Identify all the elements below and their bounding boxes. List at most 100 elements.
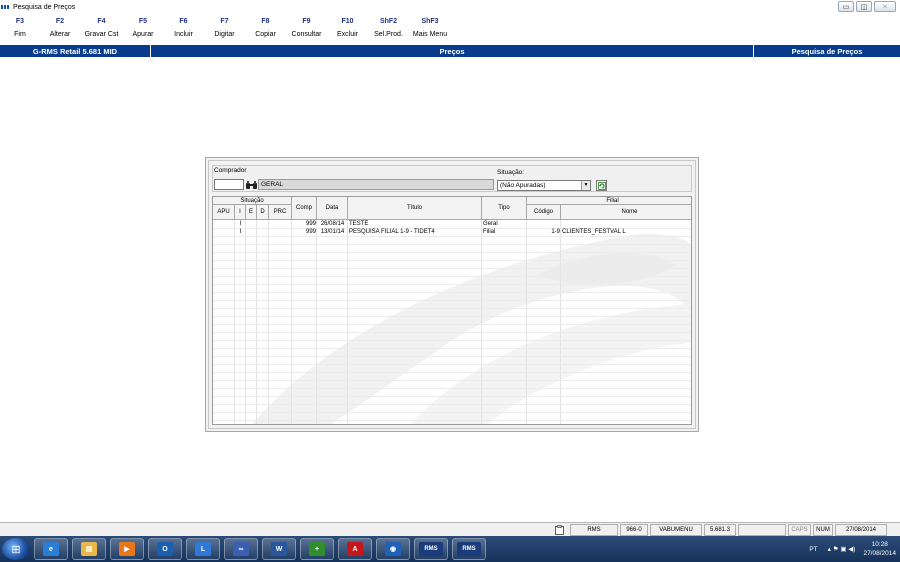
cell-codigo: [527, 220, 561, 228]
start-button[interactable]: ⊞: [2, 538, 30, 560]
plus-app-icon: +: [309, 542, 325, 556]
fkey-f2-button[interactable]: F2 Alterar: [40, 16, 80, 44]
column-header-tipo[interactable]: Tipo: [482, 197, 527, 220]
cell-data: 13/01/14: [320, 229, 345, 235]
clock-date: 27/08/2014: [863, 550, 896, 557]
cell-comp: 999: [305, 229, 316, 235]
status-bar: RMS 966-0 VABUMENU 5.681.3 CAPS NUM 27/0…: [0, 522, 900, 536]
fkey-shf3-button[interactable]: ShF3 Mais Menu: [409, 16, 451, 44]
function-key-toolbar: F3 Fim F2 Alterar F4 Gravar Cst F5 Apurar F6 Incl…: [0, 16, 451, 44]
taskbar-button[interactable]: ▶: [110, 538, 144, 560]
status-num: NUM: [813, 524, 833, 536]
minimize-button[interactable]: ▭: [838, 1, 854, 12]
cell-i: I: [239, 229, 242, 235]
fkey-label: Copiar: [255, 31, 276, 38]
grid-row-line: [213, 284, 691, 285]
close-button[interactable]: ✕: [874, 1, 896, 12]
fkey-label: Fim: [14, 31, 26, 38]
grid-column-line: [316, 220, 317, 424]
cell-tipo: Geral: [483, 221, 498, 227]
fkey-f5-button[interactable]: F5 Apurar: [123, 16, 163, 44]
fkey-shortcut: ShF2: [379, 18, 398, 25]
fkey-shortcut: F5: [138, 18, 148, 25]
rms-app-icon: RMS: [419, 542, 443, 556]
taskbar-button[interactable]: A: [338, 538, 372, 560]
fkey-f6-button[interactable]: F6 Incluir: [163, 16, 204, 44]
column-header-e[interactable]: E: [246, 205, 257, 220]
grid-row-line: [213, 300, 691, 301]
column-header-data[interactable]: Data: [317, 197, 348, 220]
fkey-f9-button[interactable]: F9 Consultar: [286, 16, 327, 44]
fkey-f8-button[interactable]: F8 Copiar: [245, 16, 286, 44]
grid-row-line: [213, 356, 691, 357]
taskbar-button[interactable]: W: [262, 538, 296, 560]
taskbar-button[interactable]: +: [300, 538, 334, 560]
comprador-code-input[interactable]: [214, 179, 244, 190]
taskbar-button[interactable]: L: [186, 538, 220, 560]
taskbar-button[interactable]: RMS: [452, 538, 486, 560]
column-header-d[interactable]: D: [257, 205, 269, 220]
module-title: Preços: [151, 45, 754, 57]
chevron-down-icon[interactable]: ▼: [581, 181, 590, 190]
taskbar-button[interactable]: ◉: [376, 538, 410, 560]
fkey-label: Digitar: [214, 31, 235, 38]
fkey-f3-button[interactable]: F3 Fim: [0, 16, 40, 44]
cell-e: [246, 228, 257, 236]
refresh-icon[interactable]: [596, 180, 607, 191]
grid-row-line: [213, 364, 691, 365]
cell-tipo: Filial: [483, 229, 496, 235]
clipboard-icon[interactable]: [552, 524, 566, 536]
column-header-nome[interactable]: Nome: [561, 205, 691, 220]
filial-group-header: Filial: [527, 197, 691, 205]
cell-d: [257, 228, 269, 236]
taskbar-button[interactable]: O: [148, 538, 182, 560]
taskbar-button[interactable]: e: [34, 538, 68, 560]
column-header-apu[interactable]: APU: [213, 205, 235, 220]
grid-row-line: [213, 404, 691, 405]
grid-row-line: [213, 372, 691, 373]
grid-column-line: [560, 220, 561, 424]
situacao-value: (Não Apuradas): [500, 182, 546, 189]
clock[interactable]: 10:28 27/08/2014: [863, 540, 896, 558]
status-version: 5.681.3: [704, 524, 736, 536]
comprador-label: Comprador: [214, 167, 247, 174]
network-app-icon: ∞: [233, 542, 249, 556]
cell-apu: [213, 228, 235, 236]
table-row[interactable]: I 999 13/01/14 PESQUISA FILIAL 1-9 - TIDET4…: [213, 228, 691, 236]
grid-column-line: [481, 220, 482, 424]
status-caps: CAPS: [788, 524, 811, 536]
filter-area: Comprador GERAL Situação: (Não Apuradas)…: [212, 165, 692, 192]
cell-prc: [269, 228, 292, 236]
fkey-f7-button[interactable]: F7 Digitar: [204, 16, 245, 44]
cell-nome: [561, 220, 691, 228]
fkey-shf2-button[interactable]: ShF2 Sel.Prod.: [368, 16, 409, 44]
language-indicator[interactable]: PT: [809, 546, 817, 553]
taskbar-button[interactable]: ▤: [72, 538, 106, 560]
search-binoculars-icon[interactable]: [245, 179, 257, 190]
window-controls: ▭ ◫ ✕: [838, 1, 896, 12]
column-header-titulo[interactable]: Título: [348, 197, 482, 220]
fkey-shortcut: F2: [55, 18, 65, 25]
fkey-f10-button[interactable]: F10 Excluir: [327, 16, 368, 44]
grid-column-line: [291, 220, 292, 424]
column-header-comp[interactable]: Comp: [292, 197, 317, 220]
taskbar-button[interactable]: RMS: [414, 538, 448, 560]
column-header-prc[interactable]: PRC: [269, 205, 292, 220]
cell-titulo: PESQUISA FILIAL 1-9 - TIDET4: [349, 229, 435, 235]
fkey-shortcut: F8: [261, 18, 270, 25]
situacao-label: Situação:: [497, 169, 525, 176]
fkey-shortcut: F4: [97, 18, 106, 25]
grid-row-line: [213, 412, 691, 413]
system-tray: PT ▴ ⚑ ▣ ◀) 10:28 27/08/2014: [809, 536, 896, 562]
situacao-select[interactable]: (Não Apuradas) ▼: [497, 180, 591, 191]
tray-icons[interactable]: ▴ ⚑ ▣ ◀): [828, 545, 856, 553]
table-row[interactable]: I 999 26/08/14 TESTE Geral: [213, 220, 691, 228]
maximize-button[interactable]: ◫: [856, 1, 872, 12]
column-header-codigo[interactable]: Código: [527, 205, 561, 220]
windows-taskbar: ⊞ e ▤ ▶ O L ∞ W + A ◉ RMS RMS PT ▴ ⚑ ▣ ◀) 10:28 27/…: [0, 536, 900, 562]
fkey-label: Sel.Prod.: [374, 31, 403, 38]
grid-row-line: [213, 348, 691, 349]
column-header-i[interactable]: I: [235, 205, 246, 220]
taskbar-button[interactable]: ∞: [224, 538, 258, 560]
fkey-f4-button[interactable]: F4 Gravar Cst: [80, 16, 123, 44]
